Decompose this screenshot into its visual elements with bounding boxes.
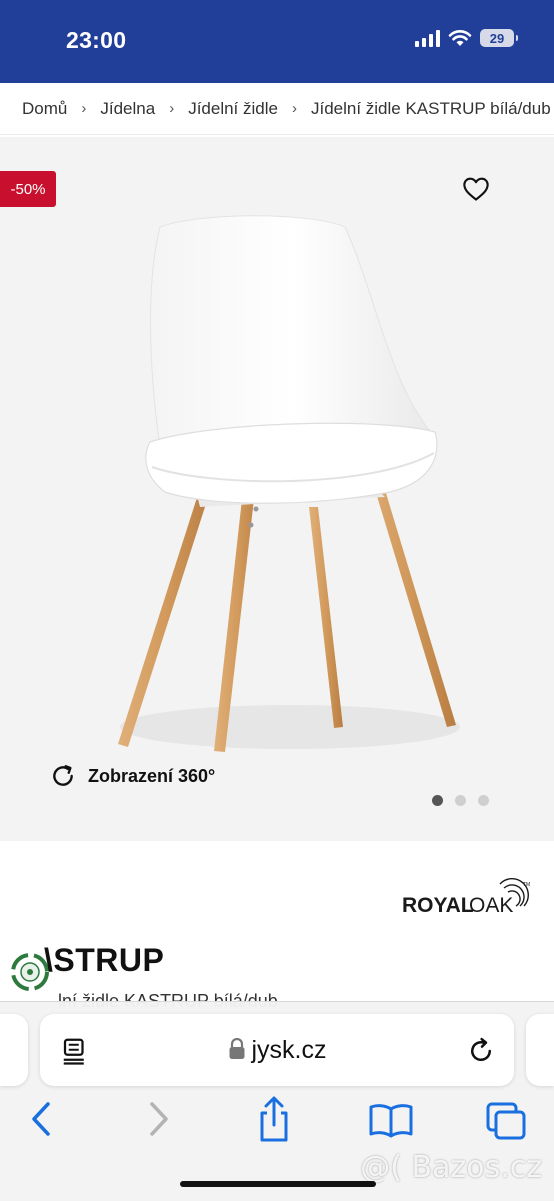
breadcrumb-separator: › [291,100,297,117]
url-text: jysk.cz [251,1036,327,1064]
bazos-watermark: @( Bazos.cz [360,1150,542,1185]
previous-tab-card[interactable] [0,1014,28,1086]
next-tab-card[interactable] [526,1014,554,1086]
rotate-360-icon [53,765,73,786]
product-image-chair [118,215,460,752]
gallery-dot-2[interactable] [455,795,466,806]
status-bar: 23:00 29 [0,0,554,83]
brand-logo-right: OAK [469,894,513,917]
brand-logo-tm: TM [523,882,530,888]
bookmarks-icon[interactable] [368,1102,414,1138]
product-title: \STRUP [44,942,165,978]
lock-icon [229,1037,244,1059]
brand-logo-left: ROYAL [402,894,474,917]
product-gallery[interactable]: -50% Zobrazení 360° [0,137,554,841]
signal-icon [415,29,440,47]
battery-indicator: 29 [480,29,518,47]
status-icons: 29 [415,29,518,47]
share-icon[interactable] [255,1095,293,1143]
home-indicator[interactable] [180,1181,376,1187]
gallery-dot-3[interactable] [478,795,489,806]
tabs-icon[interactable] [484,1100,528,1142]
breadcrumb-dining-room[interactable]: Jídelna [100,99,155,119]
view-360-label: Zobrazení 360° [88,765,216,786]
view-360-button[interactable]: Zobrazení 360° [50,763,215,789]
status-time: 23:00 [66,27,127,53]
royal-oak-logo: ROYAL OAK TM [402,878,530,917]
breadcrumb-home[interactable]: Domů [22,99,67,119]
breadcrumb-separator: › [81,100,87,117]
back-icon[interactable] [26,1100,56,1138]
discount-badge: -50% [0,171,56,207]
gallery-pagination[interactable] [432,795,489,806]
reload-icon[interactable] [466,1036,496,1066]
breadcrumb-separator: › [169,100,175,117]
url-display[interactable]: jysk.cz [40,1036,514,1065]
breadcrumb-dining-chairs[interactable]: Jídelní židle [188,99,278,119]
heart-icon[interactable] [462,175,490,203]
address-bar[interactable]: jysk.cz [40,1014,514,1086]
breadcrumb: Domů › Jídelna › Jídelní židle › Jídelní… [0,83,554,135]
breadcrumb-current: Jídelní židle KASTRUP bílá/dub [310,98,551,118]
forward-icon[interactable] [144,1100,174,1138]
gallery-dot-1[interactable] [432,795,443,806]
wifi-icon [448,30,472,46]
